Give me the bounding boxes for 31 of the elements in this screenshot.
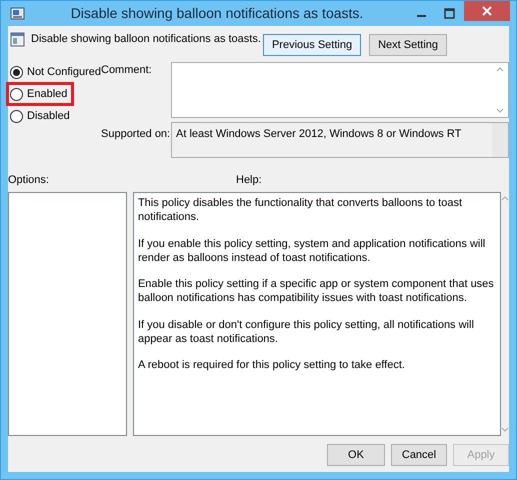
radio-button[interactable] <box>10 110 23 122</box>
help-paragraph: If you enable this policy setting, system and application notifications will render as balloons instead of toast notifications. <box>138 236 486 266</box>
comment-field[interactable] <box>171 62 509 118</box>
radio-label[interactable]: Not Configured <box>27 64 101 80</box>
radio-button[interactable] <box>10 66 23 78</box>
dialog-button[interactable]: OK <box>327 444 385 466</box>
help-paragraph: If you disable or don't configure this policy setting, all notifications will appear as toast notifications. <box>138 318 475 346</box>
scroll-down-icon[interactable] <box>496 108 504 113</box>
radio-label[interactable]: Disabled <box>27 108 70 124</box>
scroll-down-icon[interactable] <box>500 427 509 432</box>
radio-button[interactable] <box>10 88 23 100</box>
setting-title: Disable showing balloon notifications as toasts. <box>31 32 261 47</box>
window-title: Disable showing balloon notifications as toasts. <box>70 4 364 23</box>
supported-on-label: Supported on: <box>101 127 171 142</box>
radio-label[interactable]: Enabled <box>27 86 68 102</box>
supported-on-text: At least Windows Server 2012, Windows 8 or Windows RT <box>175 127 462 142</box>
scroll-up-icon[interactable] <box>500 196 509 201</box>
comment-label: Comment: <box>101 63 153 78</box>
help-paragraph: A reboot is required for this policy setting to take effect. <box>138 358 406 373</box>
setting-nav-button[interactable]: Previous Setting <box>262 34 362 56</box>
policy-icon <box>10 32 25 47</box>
help-label: Help: <box>236 173 262 188</box>
dialog-button[interactable]: Cancel <box>391 444 447 466</box>
help-paragraph: Enable this policy setting if a specific app or system component that uses balloon notifications has compatibility issues with toast notifications. <box>138 277 495 306</box>
app-icon <box>10 6 26 22</box>
close-button[interactable] <box>464 1 510 21</box>
scroll-up-icon[interactable] <box>496 67 504 72</box>
help-paragraph: This policy disables the functionality that converts balloons to toast notifications. <box>138 196 464 225</box>
close-icon[interactable] <box>482 6 492 16</box>
options-label: Options: <box>8 173 50 188</box>
setting-nav-button[interactable]: Next Setting <box>369 34 447 56</box>
